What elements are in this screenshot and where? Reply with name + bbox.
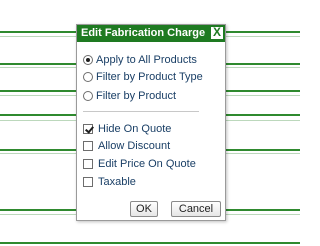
radio-filter-by-product[interactable]: Filter by Product	[83, 88, 176, 104]
checkbox-label: Hide On Quote	[98, 123, 172, 135]
options-divider	[83, 111, 199, 112]
checkbox-taxable[interactable]: Taxable	[83, 174, 136, 190]
radio-button[interactable]	[83, 72, 93, 82]
checkbox-edit-price-on-quote[interactable]: Edit Price On Quote	[83, 156, 196, 172]
checkbox[interactable]	[83, 159, 93, 169]
checkbox-label: Edit Price On Quote	[98, 158, 196, 170]
background-row-line	[0, 242, 300, 244]
checkbox-label: Allow Discount	[98, 140, 171, 152]
checkbox-label: Taxable	[98, 176, 136, 188]
radio-label: Apply to All Products	[96, 54, 197, 66]
checkbox[interactable]	[83, 177, 93, 187]
dialog-title: Edit Fabrication Charge	[81, 27, 206, 39]
checkbox-allow-discount[interactable]: Allow Discount	[83, 138, 170, 154]
dialog-titlebar: Edit Fabrication Charge X	[77, 25, 225, 42]
radio-button-selected[interactable]	[83, 55, 93, 65]
checkbox-hide-on-quote[interactable]: Hide On Quote	[83, 121, 171, 137]
radio-button[interactable]	[83, 91, 93, 101]
checkbox-checked[interactable]	[83, 124, 93, 134]
radio-apply-to-all-products[interactable]: Apply to All Products	[83, 52, 197, 68]
cancel-button[interactable]: Cancel	[171, 201, 221, 217]
radio-label: Filter by Product	[96, 90, 177, 102]
radio-label: Filter by Product Type	[96, 71, 203, 83]
close-icon[interactable]: X	[210, 26, 224, 40]
checkbox[interactable]	[83, 141, 93, 151]
ok-button[interactable]: OK	[130, 201, 158, 217]
edit-fabrication-charge-dialog: Edit Fabrication Charge X Apply to All P…	[76, 24, 226, 221]
radio-filter-by-product-type[interactable]: Filter by Product Type	[83, 69, 203, 85]
